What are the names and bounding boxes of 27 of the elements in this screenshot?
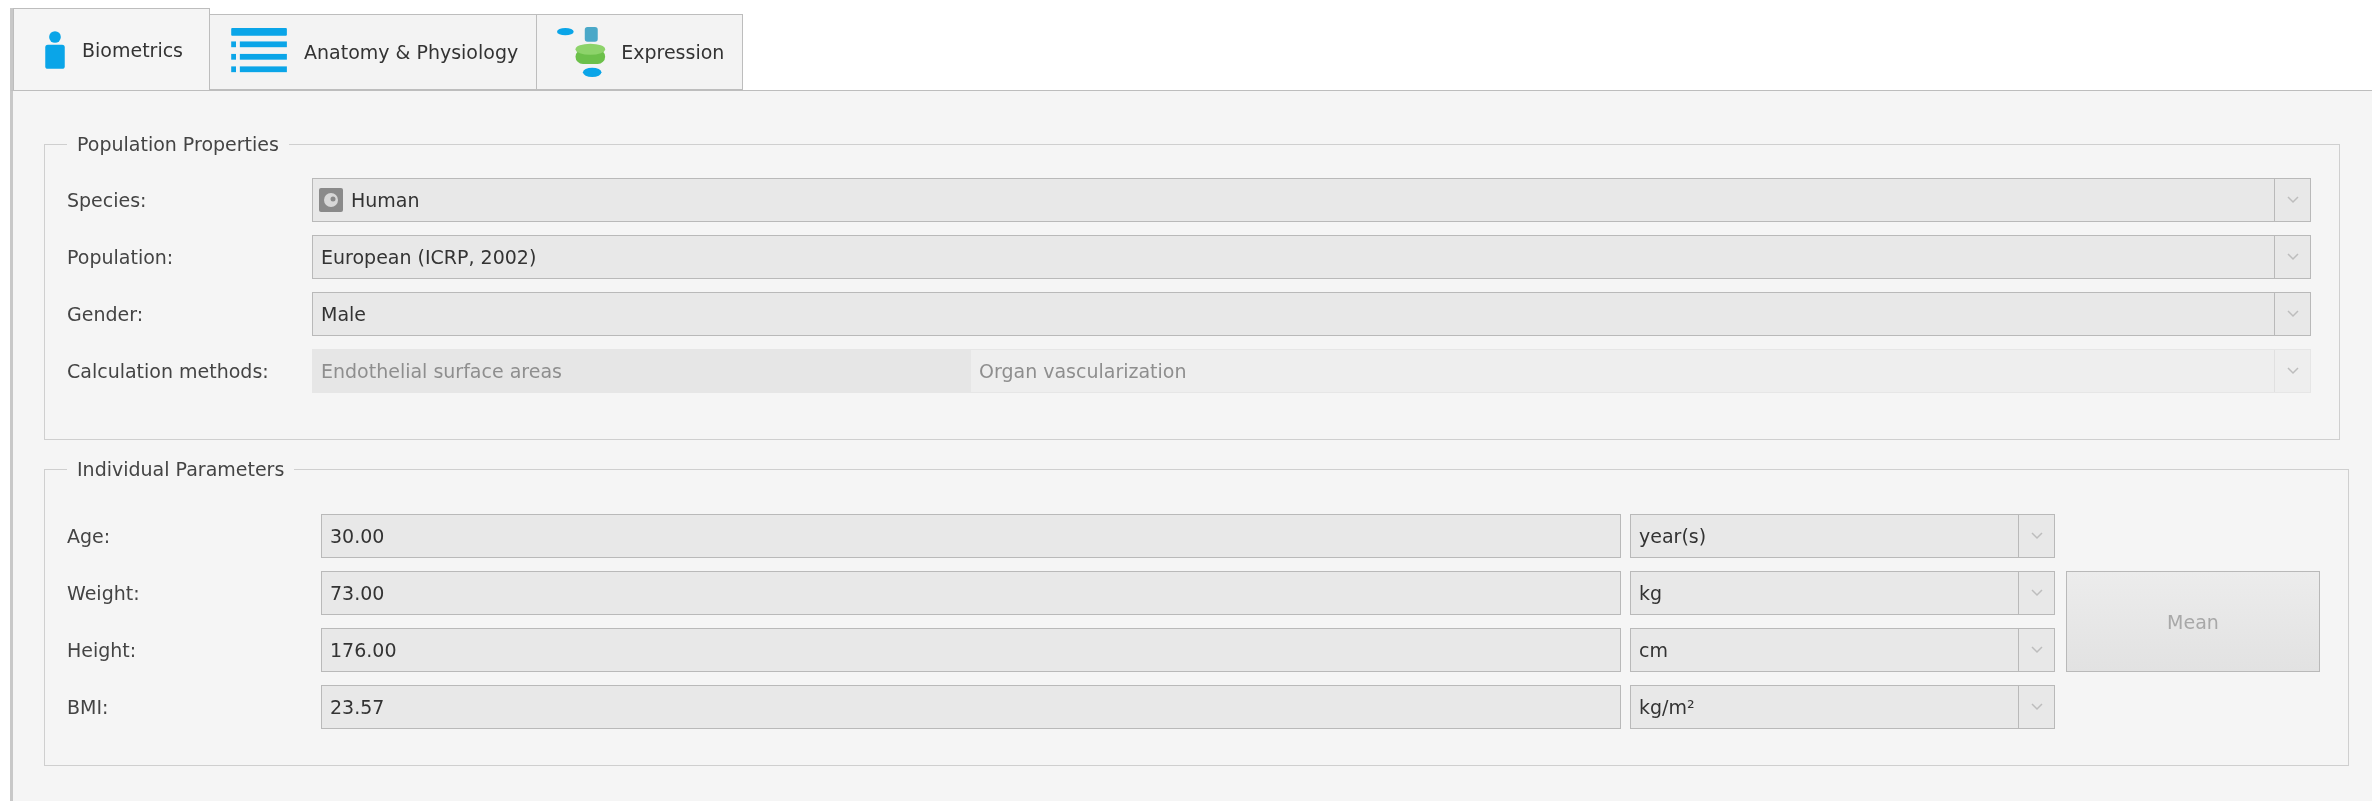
input-field[interactable]: 23.57 [321, 685, 1621, 729]
group-title: Population Properties [76, 133, 280, 155]
field-label: BMI: [67, 696, 110, 718]
field-label: Population: [67, 245, 175, 268]
field-label: Height: [67, 639, 138, 661]
dropdown[interactable]: Male [312, 291, 2311, 336]
unit-dropdown[interactable]: kg [1630, 571, 2055, 615]
tab[interactable]: Biometrics [13, 8, 211, 90]
unit-dropdown[interactable]: year(s) [1630, 514, 2055, 558]
dropdown[interactable]: Human [312, 177, 2311, 222]
person-icon [42, 28, 68, 71]
unit-dropdown[interactable]: cm [1630, 628, 2055, 672]
tab[interactable]: Expression [536, 14, 744, 90]
dropdown-value: Organ vascularization [971, 349, 2274, 392]
field-label: Weight: [67, 582, 141, 604]
dropdown[interactable]: European (ICRP, 2002) [312, 234, 2311, 279]
input-field[interactable]: 30.00 [321, 514, 1621, 558]
tab[interactable]: Anatomy & Physiology [209, 14, 538, 90]
input-field[interactable]: 73.00 [321, 571, 1621, 615]
database-icon [557, 25, 608, 79]
field-label: Calculation methods: [67, 359, 270, 382]
unit-dropdown[interactable]: kg/m² [1630, 685, 2055, 729]
group-title: Individual Parameters [76, 458, 286, 480]
field-label: Gender: [67, 302, 145, 325]
input-field[interactable]: 176.00 [321, 628, 1621, 672]
field-label: Species: [67, 188, 148, 211]
field-label: Age: [67, 525, 112, 547]
